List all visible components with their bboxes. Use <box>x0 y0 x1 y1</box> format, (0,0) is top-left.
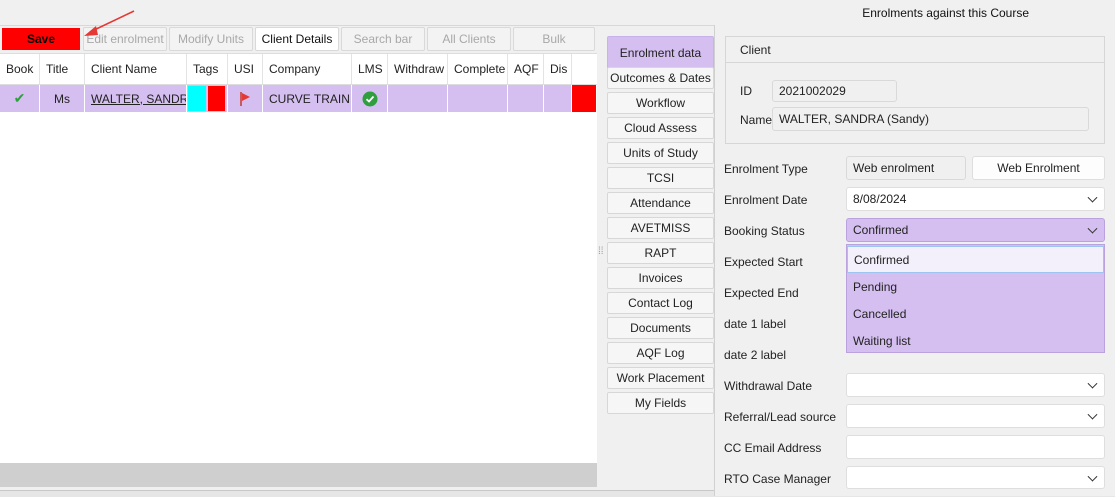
withdrawal-date-picker[interactable] <box>846 373 1105 397</box>
tag-cyan-swatch <box>188 86 206 111</box>
col-header-aqf[interactable]: AQF <box>508 54 544 84</box>
col-header-tags[interactable]: Tags <box>187 54 228 84</box>
grid-scrollbar[interactable] <box>0 463 597 487</box>
booking-status-value: Confirmed <box>853 223 909 237</box>
tab-tcsi[interactable]: TCSI <box>607 167 714 189</box>
client-details-button[interactable]: Client Details <box>255 27 339 51</box>
cell-tags <box>187 85 228 112</box>
cell-client-name[interactable]: WALTER, SANDRA <box>85 85 187 112</box>
col-header-dis[interactable]: Dis <box>544 54 572 84</box>
chevron-down-icon <box>1087 378 1098 389</box>
tag-red-swatch <box>208 86 225 111</box>
cell-title: Ms <box>40 85 85 112</box>
enrolment-date-label: Enrolment Date <box>724 193 808 207</box>
referral-source-select[interactable] <box>846 404 1105 428</box>
tab-aqf-log[interactable]: AQF Log <box>607 342 714 364</box>
enrolment-date-value: 8/08/2024 <box>853 192 907 206</box>
tab-outcomes-dates[interactable]: Outcomes & Dates <box>607 67 714 89</box>
referral-source-label: Referral/Lead source <box>724 410 837 424</box>
col-header-withdraw[interactable]: Withdraw <box>388 54 448 84</box>
chevron-down-icon <box>1087 192 1098 203</box>
cell-lms <box>352 85 388 112</box>
client-id-label: ID <box>740 84 752 98</box>
search-bar-button[interactable]: Search bar <box>341 27 425 51</box>
booking-status-label: Booking Status <box>724 224 805 238</box>
dropdown-option-pending[interactable]: Pending <box>847 273 1104 300</box>
col-header-title[interactable]: Title <box>40 54 85 84</box>
cell-aqf <box>508 85 544 112</box>
tab-rapt[interactable]: RAPT <box>607 242 714 264</box>
tab-documents[interactable]: Documents <box>607 317 714 339</box>
cell-dis <box>544 85 572 112</box>
lms-check-circle-icon <box>362 91 377 106</box>
rto-case-manager-select[interactable] <box>846 466 1105 489</box>
withdrawal-date-label: Withdrawal Date <box>724 379 813 393</box>
client-id-field: 2021002029 <box>772 80 897 102</box>
tab-invoices[interactable]: Invoices <box>607 267 714 289</box>
cc-email-label: CC Email Address <box>724 441 822 455</box>
tab-enrolment-data[interactable]: Enrolment data <box>607 36 714 70</box>
expected-start-label: Expected Start <box>724 255 803 269</box>
cell-usi <box>228 85 263 112</box>
cell-status-red <box>572 85 597 112</box>
book-check-icon: ✔ <box>0 85 40 112</box>
col-header-company[interactable]: Company <box>263 54 352 84</box>
dropdown-option-cancelled[interactable]: Cancelled <box>847 300 1104 327</box>
col-header-book[interactable]: Book <box>0 54 40 84</box>
dropdown-option-confirmed[interactable]: Confirmed <box>847 246 1104 273</box>
client-divider <box>726 62 1104 63</box>
col-header-complete[interactable]: Complete <box>448 54 508 84</box>
client-name-label: Name <box>740 113 773 127</box>
chevron-down-icon <box>1087 409 1098 420</box>
chevron-down-icon <box>1087 223 1098 234</box>
save-button[interactable]: Save <box>2 28 80 50</box>
tab-avetmiss[interactable]: AVETMISS <box>607 217 714 239</box>
date1-label: date 1 label <box>724 317 787 331</box>
expected-end-label: Expected End <box>724 286 799 300</box>
modify-units-button[interactable]: Modify Units <box>169 27 253 51</box>
cell-company: CURVE TRAININ <box>263 85 352 112</box>
client-name-field: WALTER, SANDRA (Sandy) <box>772 107 1089 131</box>
cell-withdraw <box>388 85 448 112</box>
tab-contact-log[interactable]: Contact Log <box>607 292 714 314</box>
tab-work-placement[interactable]: Work Placement <box>607 367 714 389</box>
chevron-down-icon <box>1087 471 1098 482</box>
enrolment-type-field: Web enrolment <box>846 156 966 180</box>
tab-cloud-assess[interactable]: Cloud Assess <box>607 117 714 139</box>
bulk-button[interactable]: Bulk <box>513 27 595 51</box>
tab-units-of-study[interactable]: Units of Study <box>607 142 714 164</box>
enrolment-date-picker[interactable]: 8/08/2024 <box>846 187 1105 211</box>
all-clients-button[interactable]: All Clients <box>427 27 511 51</box>
col-header-lms[interactable]: LMS <box>352 54 388 84</box>
annotation-arrow-icon <box>84 10 135 36</box>
page-title: Enrolments against this Course <box>862 6 1029 20</box>
tab-attendance[interactable]: Attendance <box>607 192 714 214</box>
enrolment-type-label: Enrolment Type <box>724 162 808 176</box>
splitter-handle-icon[interactable]: ⁞⁞ <box>598 247 604 263</box>
cc-email-input[interactable] <box>846 435 1105 459</box>
booking-status-dropdown: Confirmed Pending Cancelled Waiting list <box>846 244 1105 353</box>
red-flag-icon <box>240 91 250 106</box>
date2-label: date 2 label <box>724 348 787 362</box>
table-row[interactable]: ✔ Ms WALTER, SANDRA CURVE TRAININ <box>0 85 597 112</box>
client-section-title: Client <box>740 43 771 57</box>
rto-case-manager-label: RTO Case Manager <box>724 472 831 486</box>
col-header-client-name[interactable]: Client Name <box>85 54 187 84</box>
tab-my-fields[interactable]: My Fields <box>607 392 714 414</box>
dropdown-option-waiting-list[interactable]: Waiting list <box>847 327 1104 354</box>
enrolments-grid: Book Title Client Name Tags USI Company … <box>0 53 597 464</box>
booking-status-select[interactable]: Confirmed <box>846 218 1105 242</box>
cell-complete <box>448 85 508 112</box>
col-header-usi[interactable]: USI <box>228 54 263 84</box>
web-enrolment-button[interactable]: Web Enrolment <box>972 156 1105 180</box>
tab-workflow[interactable]: Workflow <box>607 92 714 114</box>
grid-header: Book Title Client Name Tags USI Company … <box>0 54 597 85</box>
